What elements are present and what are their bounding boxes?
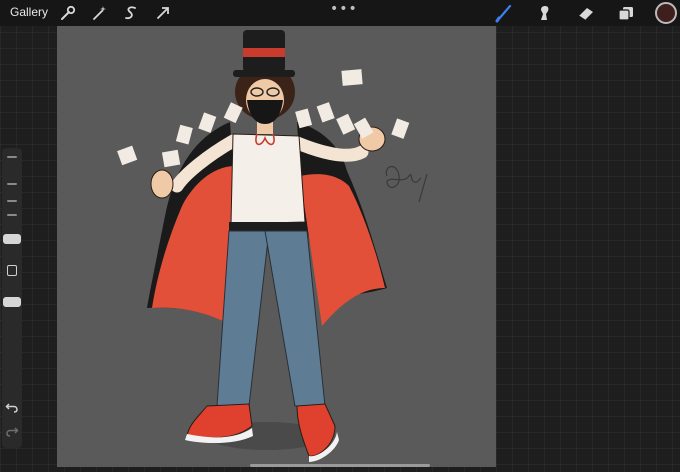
- floating-card: [336, 113, 356, 135]
- sidebar-tick: [7, 214, 17, 216]
- drawing-canvas[interactable]: [57, 26, 496, 467]
- floating-card: [341, 69, 363, 86]
- floating-card: [175, 124, 193, 145]
- shirt: [230, 133, 306, 225]
- more-options-button[interactable]: •••: [330, 1, 358, 17]
- hat-band: [243, 48, 285, 57]
- selection-s-icon[interactable]: [121, 3, 141, 23]
- artist-signature: [385, 166, 428, 203]
- gallery-button[interactable]: Gallery: [10, 5, 48, 19]
- eraser-icon[interactable]: [576, 3, 596, 23]
- brush-size-slider[interactable]: [3, 234, 21, 244]
- floating-card: [161, 149, 181, 168]
- left-sidebar: [2, 148, 22, 448]
- color-picker-swatch[interactable]: [655, 2, 677, 24]
- opacity-slider[interactable]: [3, 297, 21, 307]
- magic-wand-icon[interactable]: [89, 3, 109, 23]
- brush-icon[interactable]: [494, 3, 514, 23]
- floating-card: [198, 112, 217, 133]
- undo-icon[interactable]: [5, 400, 19, 414]
- floating-card: [316, 102, 335, 123]
- home-indicator: [250, 464, 430, 467]
- floating-card: [117, 145, 138, 166]
- layers-icon[interactable]: [616, 3, 636, 23]
- top-toolbar: Gallery •••: [0, 0, 680, 26]
- sidebar-tick: [7, 156, 17, 158]
- magician-artwork: [117, 30, 428, 462]
- modify-button[interactable]: [7, 265, 17, 276]
- transform-arrow-icon[interactable]: [153, 3, 173, 23]
- floating-card: [391, 118, 410, 139]
- smudge-icon[interactable]: [535, 3, 555, 23]
- wrench-icon[interactable]: [58, 3, 78, 23]
- redo-icon[interactable]: [5, 424, 19, 438]
- face-mask: [247, 100, 283, 124]
- sidebar-tick: [7, 200, 17, 202]
- left-hand: [150, 169, 174, 199]
- sidebar-tick: [7, 183, 17, 185]
